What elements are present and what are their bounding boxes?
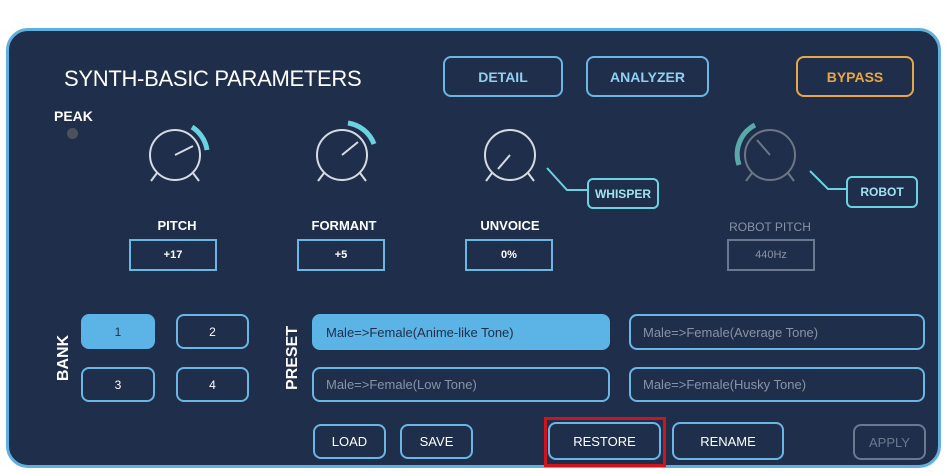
load-button[interactable]: LOAD [313,424,386,459]
bank-button-1[interactable]: 1 [81,314,155,349]
bank-button-2[interactable]: 2 [176,314,249,349]
preset-item-average[interactable]: Male=>Female(Average Tone) [629,314,925,350]
bypass-button[interactable]: BYPASS [796,56,914,97]
pitch-knob[interactable] [135,115,215,195]
unvoice-label: UNVOICE [480,218,540,233]
apply-button[interactable]: APPLY [853,424,926,460]
bank-label: BANK [55,334,72,382]
pitch-label: PITCH [157,218,197,233]
robot-toggle[interactable]: ROBOT [846,176,918,208]
whisper-connector [546,167,587,191]
whisper-toggle[interactable]: WHISPER [587,178,659,209]
robot-pitch-value: 440Hz [727,239,815,271]
unvoice-value[interactable]: 0% [465,239,553,271]
peak-label: PEAK [54,108,93,124]
formant-value[interactable]: +5 [297,239,385,271]
preset-item-anime-like[interactable]: Male=>Female(Anime-like Tone) [312,314,610,350]
preset-item-low[interactable]: Male=>Female(Low Tone) [312,367,610,402]
robot-connector [809,170,846,190]
formant-knob[interactable] [302,115,382,195]
detail-button[interactable]: DETAIL [443,56,563,97]
bank-button-4[interactable]: 4 [176,367,249,402]
restore-highlight [544,417,666,467]
pitch-value[interactable]: +17 [129,239,217,271]
unvoice-knob[interactable] [470,115,550,195]
preset-label: PRESET [284,326,301,391]
panel-title: SYNTH-BASIC PARAMETERS [64,66,362,91]
robot-pitch-knob[interactable] [730,115,810,195]
rename-button[interactable]: RENAME [672,422,784,460]
analyzer-button[interactable]: ANALYZER [586,56,709,97]
formant-label: FORMANT [311,218,377,233]
peak-indicator [67,128,78,139]
save-button[interactable]: SAVE [400,424,473,459]
bank-button-3[interactable]: 3 [81,367,155,402]
preset-item-husky[interactable]: Male=>Female(Husky Tone) [629,367,925,402]
robot-pitch-label: ROBOT PITCH [729,220,811,234]
